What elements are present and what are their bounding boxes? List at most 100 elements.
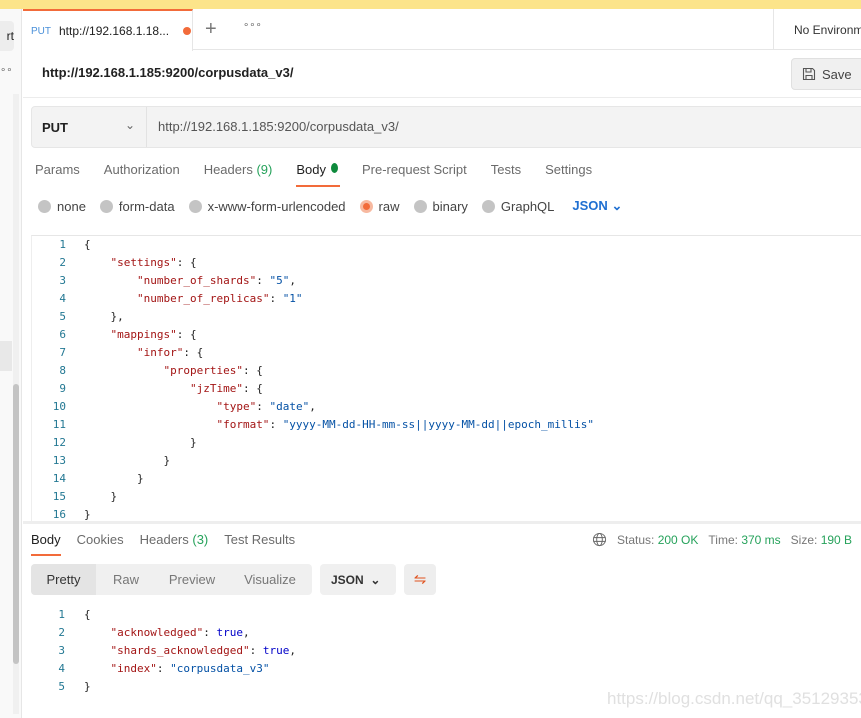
code-line: 2 "acknowledged": true, xyxy=(31,624,296,642)
line-number: 5 xyxy=(58,680,65,693)
line-number: 11 xyxy=(52,418,66,431)
size-label: Size: xyxy=(790,532,818,547)
code-line: 1{ xyxy=(32,236,861,254)
response-tabs: Body Cookies Headers (3) Test Results xyxy=(31,532,295,556)
line-number: 7 xyxy=(59,346,66,359)
tab-cookies[interactable]: Cookies xyxy=(77,532,124,556)
line-number: 15 xyxy=(52,490,66,503)
radio-form-data[interactable]: form-data xyxy=(99,198,175,214)
line-number: 4 xyxy=(59,292,66,305)
code-line: 5 }, xyxy=(32,308,861,326)
new-tab-button[interactable]: + xyxy=(205,18,217,41)
radio-circle[interactable] xyxy=(188,199,202,213)
code-text: { xyxy=(84,238,91,251)
radio-circle-selected[interactable] xyxy=(359,199,373,213)
code-line: 4 "index": "corpusdata_v3" xyxy=(31,660,296,678)
code-line: 6 "mappings": { xyxy=(32,326,861,344)
wrap-lines-icon[interactable]: ⇋ xyxy=(404,564,436,595)
divider xyxy=(23,97,861,98)
line-number: 13 xyxy=(52,454,66,467)
response-format-select[interactable]: JSON ⌄ xyxy=(320,564,396,595)
line-number: 3 xyxy=(59,274,66,287)
code-line: 3 "shards_acknowledged": true, xyxy=(31,642,296,660)
body-indicator-dot xyxy=(330,163,338,173)
globe-icon[interactable] xyxy=(592,532,607,547)
format-label: JSON xyxy=(572,198,608,213)
tab-settings[interactable]: Settings xyxy=(545,162,592,187)
tab-params[interactable]: Params xyxy=(35,162,80,187)
request-body-editor[interactable]: 1{2 "settings": {3 "number_of_shards": "… xyxy=(31,235,861,521)
line-number: 1 xyxy=(59,238,66,251)
status: Status: 200 OK xyxy=(617,533,698,547)
code-text: "format": "yyyy-MM-dd-HH-mm-ss||yyyy-MM-… xyxy=(216,418,594,431)
radio-circle[interactable] xyxy=(38,199,51,213)
size-value: 190 B xyxy=(820,532,853,547)
code-text: "infor": { xyxy=(136,346,204,359)
radio-label: form-data xyxy=(118,198,175,214)
line-number: 8 xyxy=(59,364,66,377)
chevron-down-icon[interactable]: ⌄ xyxy=(125,118,135,132)
code-text: "index": "corpusdata_v3" xyxy=(110,662,270,675)
tab-authorization[interactable]: Authorization xyxy=(104,162,180,187)
tab-body[interactable]: Body xyxy=(296,162,340,187)
tab-tests[interactable]: Tests xyxy=(491,162,521,187)
status-value: 200 OK xyxy=(657,532,699,547)
code-text: "number_of_shards": "5", xyxy=(136,274,296,287)
pane-resizer[interactable] xyxy=(23,521,861,524)
tab-bar: PUT http://192.168.1.18... xyxy=(23,9,861,51)
radio-circle[interactable] xyxy=(481,199,495,213)
tab-headers[interactable]: Headers (9) xyxy=(204,162,273,187)
tab-label: http://192.168.1.18... xyxy=(59,24,170,38)
tab-test-results[interactable]: Test Results xyxy=(224,532,295,556)
view-raw[interactable]: Raw xyxy=(96,564,156,595)
view-pretty[interactable]: Pretty xyxy=(31,564,96,595)
code-line: 14 } xyxy=(32,470,861,488)
code-text: { xyxy=(84,608,91,621)
body-type-options: none form-data x-www-form-urlencoded raw… xyxy=(38,198,622,214)
code-line: 16} xyxy=(32,506,861,521)
line-number: 9 xyxy=(59,382,66,395)
request-tab[interactable]: PUT http://192.168.1.18... xyxy=(23,9,193,51)
code-text: } xyxy=(84,508,91,521)
chevron-down-icon: ⌄ xyxy=(370,573,381,587)
line-number: 4 xyxy=(58,662,65,675)
tab-response-body[interactable]: Body xyxy=(31,532,61,556)
code-line: 8 "properties": { xyxy=(32,362,861,380)
tab-label: Headers xyxy=(203,162,253,177)
save-button[interactable]: Save xyxy=(791,58,861,90)
tab-more-icon[interactable]: ∘∘∘ xyxy=(243,20,262,31)
code-line: 2 "settings": { xyxy=(32,254,861,272)
radio-raw[interactable]: raw xyxy=(359,199,400,214)
radio-circle[interactable] xyxy=(413,199,427,213)
environment-select[interactable]: No Environment xyxy=(773,9,861,50)
url-input[interactable] xyxy=(158,119,808,134)
tab-response-headers[interactable]: Headers (3) xyxy=(140,532,209,556)
sidebar: rt ∘∘ xyxy=(0,9,22,718)
sidebar-button[interactable]: rt xyxy=(0,21,14,51)
tab-label: Body xyxy=(296,162,326,177)
code-line: 12 } xyxy=(32,434,861,452)
code-line: 9 "jzTime": { xyxy=(32,380,861,398)
tab-method: PUT xyxy=(31,25,51,37)
sidebar-selected-item[interactable] xyxy=(0,341,12,371)
line-number: 6 xyxy=(59,328,66,341)
body-format-select[interactable]: JSON ⌄ xyxy=(572,198,622,214)
code-line: 1{ xyxy=(31,606,296,624)
radio-none[interactable]: none xyxy=(38,199,86,214)
radio-binary[interactable]: binary xyxy=(413,199,468,214)
format-label: JSON xyxy=(331,573,364,587)
radio-circle[interactable] xyxy=(99,199,113,213)
view-visualize[interactable]: Visualize xyxy=(228,564,312,595)
chevron-down-icon: ⌄ xyxy=(611,198,623,213)
line-number: 1 xyxy=(58,608,65,621)
line-number: 16 xyxy=(52,508,66,521)
radio-urlencoded[interactable]: x-www-form-urlencoded xyxy=(188,199,346,214)
scrollbar-thumb[interactable] xyxy=(13,384,19,664)
time-value: 370 ms xyxy=(741,532,781,547)
more-icon[interactable]: ∘∘ xyxy=(0,65,13,76)
view-preview[interactable]: Preview xyxy=(156,564,228,595)
radio-graphql[interactable]: GraphQL xyxy=(481,199,554,214)
notification-bar xyxy=(0,0,861,9)
tab-pre-request-script[interactable]: Pre-request Script xyxy=(362,162,467,187)
code-line: 3 "number_of_shards": "5", xyxy=(32,272,861,290)
